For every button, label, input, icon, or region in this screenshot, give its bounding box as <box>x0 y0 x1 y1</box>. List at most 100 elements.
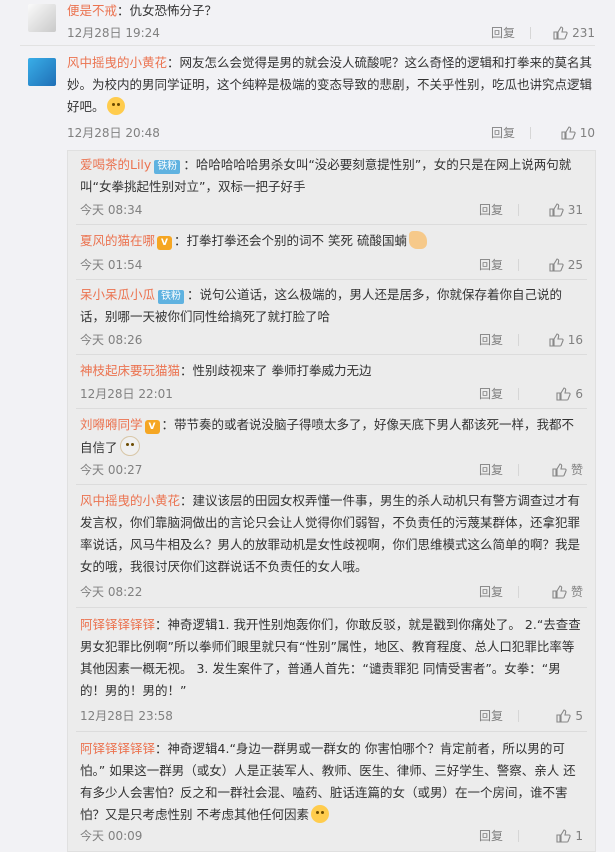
reply-meta: 12月28日 23:58 回复 5 <box>80 706 583 726</box>
reply-body: ：打拳打拳还会个别的词不 笑死 硫酸国蝻 <box>174 233 407 248</box>
comment-text: 便是不戒：仇女恐怖分子？ <box>67 0 595 22</box>
thumbs-up-icon <box>560 125 576 141</box>
reply-item: 阿铎铎铎铎铎：神奇逻辑4.“身边一群男或一群女的 你害怕哪个？肯定前者，所以男的… <box>68 735 595 851</box>
timestamp: 12月28日 23:58 <box>80 709 173 723</box>
reply-button[interactable]: 回复 <box>491 23 515 43</box>
replies-panel: 爱喝茶的Lily 铁粉 ：哈哈哈哈哈男杀女叫“没必要刻意提性别”，女的只是在网上说两… <box>67 150 596 852</box>
comment-item: 便是不戒：仇女恐怖分子？ 12月28日 19:24 回复 231 <box>0 0 615 46</box>
like-count: 25 <box>567 258 583 272</box>
thumbs-up-icon <box>548 202 564 218</box>
like-button[interactable]: 5 <box>555 706 583 726</box>
like-count: 10 <box>579 126 595 140</box>
divider <box>518 259 519 271</box>
avatar[interactable] <box>28 58 56 86</box>
reply-meta: 今天 01:54 回复 25 <box>80 255 583 275</box>
reply-meta: 今天 00:09 回复 1 <box>80 826 583 846</box>
reply-meta: 今天 08:22 回复 赞 <box>80 582 583 602</box>
reply-meta: 今天 00:27 回复 赞 <box>80 460 583 480</box>
fan-badge: 铁粉 <box>154 160 181 174</box>
username-link[interactable]: 风中摇曳的小黄花 <box>80 493 180 508</box>
vip-icon: V <box>144 420 160 434</box>
username-link[interactable]: 神枝起床要玩猫猫 <box>80 363 180 378</box>
reply-button[interactable]: 回复 <box>479 706 503 726</box>
divider <box>76 731 587 732</box>
divider <box>518 204 519 216</box>
username-link[interactable]: 呆小呆瓜小瓜 <box>80 287 155 302</box>
like-count: 16 <box>567 333 583 347</box>
username-link[interactable]: 便是不戒 <box>67 3 117 18</box>
username-link[interactable]: 爱喝茶的Lily <box>80 157 151 172</box>
thumbs-up-icon <box>548 332 564 348</box>
divider <box>76 354 587 355</box>
username-link[interactable]: 阿铎铎铎铎铎 <box>80 617 155 632</box>
timestamp: 12月28日 20:48 <box>67 126 160 140</box>
reply-button[interactable]: 回复 <box>479 330 503 350</box>
reply-text: 呆小呆瓜小瓜 铁粉 ：说句公道话，这么极端的，男人还是居多，你就保存着你自己说的话，… <box>80 284 583 328</box>
smile-emoji-icon <box>310 805 329 823</box>
avatar[interactable] <box>28 4 56 32</box>
divider <box>530 127 531 139</box>
reply-text: 夏风的猫在哪 V ：打拳打拳还会个别的词不 笑死 硫酸国蝻 <box>80 230 583 252</box>
divider <box>76 607 587 608</box>
like-button[interactable]: 1 <box>555 826 583 846</box>
timestamp: 12月28日 19:24 <box>67 26 160 40</box>
like-count: 赞 <box>570 585 583 599</box>
divider <box>518 464 519 476</box>
reply-button[interactable]: 回复 <box>479 255 503 275</box>
divider <box>76 224 587 225</box>
timestamp: 12月28日 22:01 <box>80 387 173 401</box>
like-count: 5 <box>575 709 583 723</box>
divider <box>518 710 519 722</box>
fan-badge: 铁粉 <box>158 290 185 304</box>
username-link[interactable]: 刘嘚嘚同学 <box>80 417 143 432</box>
reply-text: 爱喝茶的Lily 铁粉 ：哈哈哈哈哈男杀女叫“没必要刻意提性别”，女的只是在网上说两… <box>80 154 583 198</box>
reply-item: 刘嘚嘚同学 V ：带节奏的或者说没脑子得喷太多了，好像天底下男人都该死一样，我都不自… <box>68 411 595 485</box>
thumbs-up-icon <box>551 462 567 478</box>
comment-feed: 便是不戒：仇女恐怖分子？ 12月28日 19:24 回复 231 风中摇曳的小黄… <box>0 0 615 852</box>
reply-meta: 12月28日 22:01 回复 6 <box>80 384 583 404</box>
reply-button[interactable]: 回复 <box>479 200 503 220</box>
reply-item: 神枝起床要玩猫猫：性别歧视来了 拳师打拳威力无边 12月28日 22:01 回复… <box>68 357 595 409</box>
reply-button[interactable]: 回复 <box>479 384 503 404</box>
thumbs-up-icon <box>555 828 571 844</box>
reply-item: 阿铎铎铎铎铎：神奇逻辑1. 我开性别炮轰你们，你敢反驳，就是戳到你痛处了。 2.… <box>68 611 595 733</box>
like-button[interactable]: 赞 <box>551 460 583 480</box>
doubtful-emoji-icon <box>119 436 140 456</box>
thumbs-up-icon <box>548 257 564 273</box>
username-link[interactable]: 阿铎铎铎铎铎 <box>80 741 155 756</box>
comment-meta: 12月28日 20:48 回复 10 <box>67 123 595 143</box>
reply-meta: 今天 08:26 回复 16 <box>80 330 583 350</box>
like-button[interactable]: 16 <box>548 330 583 350</box>
username-link[interactable]: 风中摇曳的小黄花 <box>67 55 167 70</box>
like-button[interactable]: 10 <box>560 123 595 143</box>
like-button[interactable]: 6 <box>555 384 583 404</box>
reply-body: ：性别歧视来了 拳师打拳威力无边 <box>180 363 372 378</box>
reply-text: 刘嘚嘚同学 V ：带节奏的或者说没脑子得喷太多了，好像天底下男人都该死一样，我都不自… <box>80 414 583 459</box>
divider <box>20 45 595 46</box>
praying-hands-emoji-icon <box>408 231 427 249</box>
divider <box>530 27 531 39</box>
reply-button[interactable]: 回复 <box>479 582 503 602</box>
timestamp: 今天 01:54 <box>80 258 143 272</box>
like-count: 31 <box>567 203 583 217</box>
thumbs-up-icon <box>555 386 571 402</box>
reply-meta: 今天 08:34 回复 31 <box>80 200 583 220</box>
thumbs-up-icon <box>551 584 567 600</box>
like-button[interactable]: 31 <box>548 200 583 220</box>
reply-button[interactable]: 回复 <box>479 826 503 846</box>
reply-button[interactable]: 回复 <box>479 460 503 480</box>
username-link[interactable]: 夏风的猫在哪 <box>80 233 155 248</box>
divider <box>76 408 587 409</box>
thumbs-up-icon <box>555 708 571 724</box>
comment-text: 风中摇曳的小黄花：网友怎么会觉得是男的就会没人硫酸呢？这么奇怪的逻辑和打拳来的莫… <box>67 52 595 118</box>
reply-text: 神枝起床要玩猫猫：性别歧视来了 拳师打拳威力无边 <box>80 360 583 382</box>
reply-item: 风中摇曳的小黄花：建议该层的田园女权弄懂一件事，男生的杀人动机只有警方调查过才有… <box>68 487 595 609</box>
divider <box>76 484 587 485</box>
thumbs-up-icon <box>552 25 568 41</box>
reply-button[interactable]: 回复 <box>491 123 515 143</box>
comment-item: 风中摇曳的小黄花：网友怎么会觉得是男的就会没人硫酸呢？这么奇怪的逻辑和打拳来的莫… <box>0 52 615 147</box>
reply-text: 阿铎铎铎铎铎：神奇逻辑4.“身边一群男或一群女的 你害怕哪个？肯定前者，所以男的… <box>80 738 583 826</box>
like-button[interactable]: 赞 <box>551 582 583 602</box>
like-button[interactable]: 231 <box>552 23 595 43</box>
like-button[interactable]: 25 <box>548 255 583 275</box>
